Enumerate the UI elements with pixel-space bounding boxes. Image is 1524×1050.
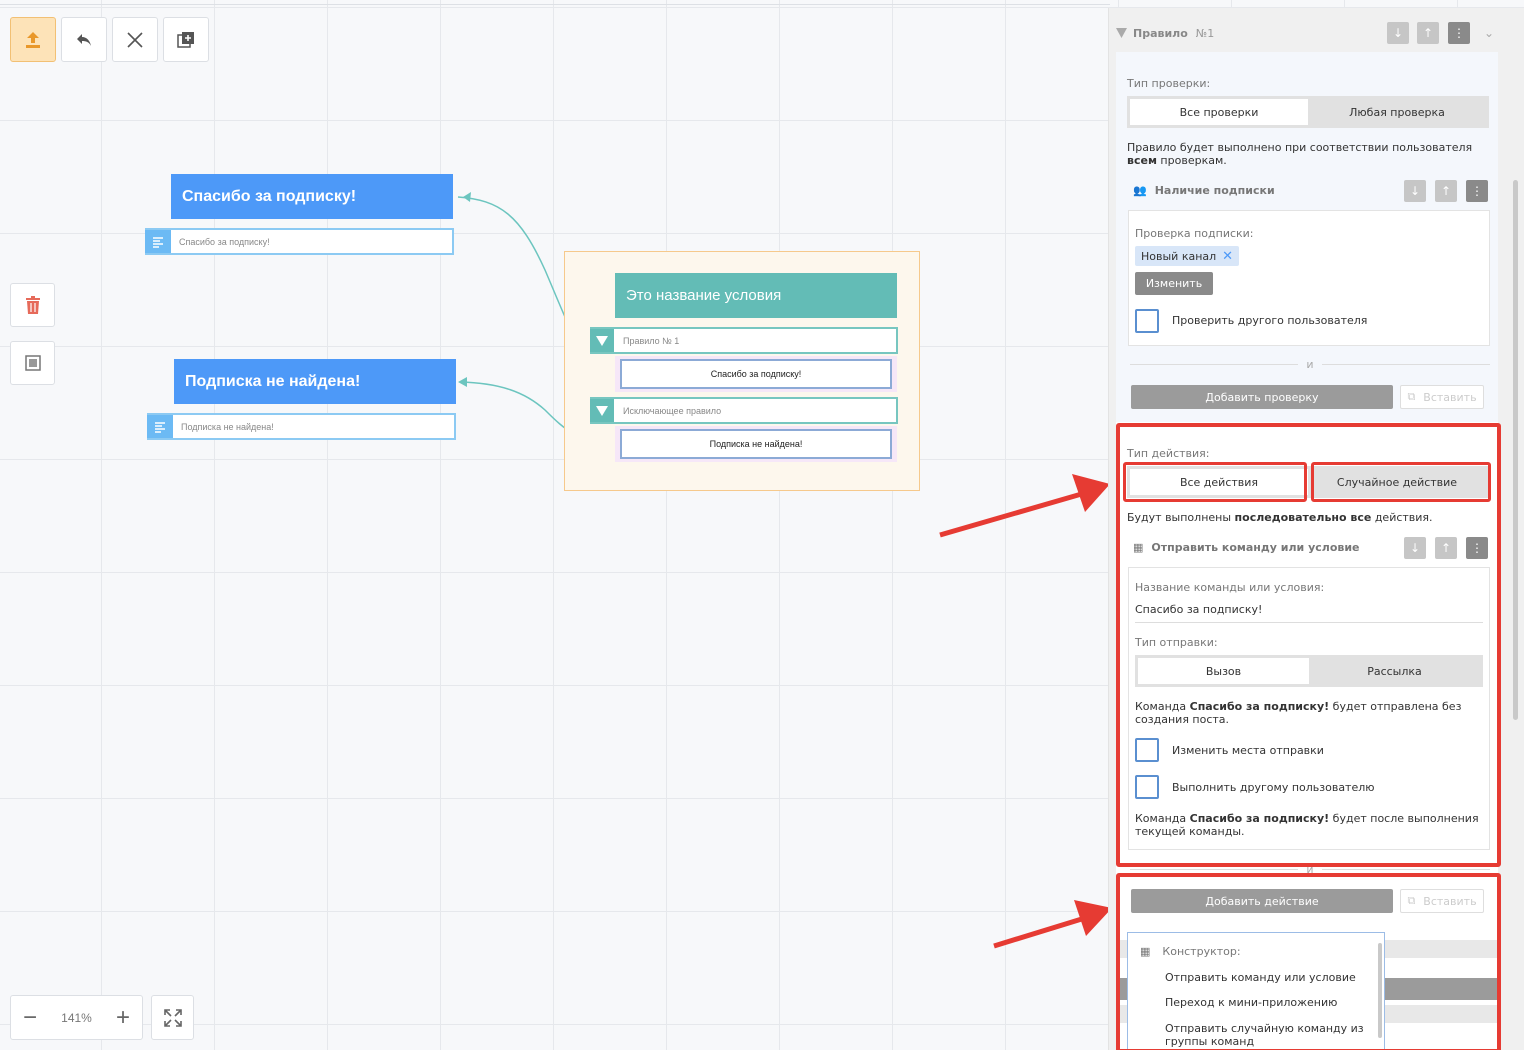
filter-icon xyxy=(1116,28,1127,38)
move-up-button[interactable]: ↑ xyxy=(1417,22,1439,44)
other-user-label: Проверить другого пользователя xyxy=(1172,314,1368,327)
more-vertical-icon: ⋮ xyxy=(1453,26,1465,40)
highlight-all-actions xyxy=(1123,462,1307,502)
subscription-field-label: Проверка подписки: xyxy=(1135,227,1254,240)
arrow-down-icon: ↓ xyxy=(1409,184,1421,198)
remove-chip-icon[interactable]: ✕ xyxy=(1222,249,1233,264)
highlight-add-action xyxy=(1116,873,1501,1050)
more-button[interactable]: ⋮ xyxy=(1448,22,1470,44)
subscription-more[interactable]: ⋮ xyxy=(1466,180,1488,202)
more-vertical-icon: ⋮ xyxy=(1471,184,1483,198)
arrow-up-icon: ↑ xyxy=(1440,184,1452,198)
and-divider: и xyxy=(1130,358,1490,371)
chevron-down-icon[interactable]: ⌄ xyxy=(1484,26,1494,40)
add-check-button[interactable]: Добавить проверку xyxy=(1131,385,1393,409)
subscription-move-up[interactable]: ↑ xyxy=(1435,180,1457,202)
change-button[interactable]: Изменить xyxy=(1135,272,1213,295)
check-type-any[interactable]: Любая проверка xyxy=(1308,99,1486,125)
panel-title: Правило xyxy=(1133,26,1188,40)
paste-check-button[interactable]: ⧉ Вставить xyxy=(1400,385,1484,409)
check-type-all[interactable]: Все проверки xyxy=(1130,99,1308,125)
subscription-section-title: 👥 Наличие подписки xyxy=(1133,184,1275,197)
move-down-button[interactable]: ↓ xyxy=(1387,22,1409,44)
panel-number: №1 xyxy=(1195,26,1215,40)
arrow-down-icon: ↓ xyxy=(1392,26,1404,40)
highlight-random-action xyxy=(1311,462,1491,502)
paste-icon: ⧉ xyxy=(1407,390,1416,403)
subscription-move-down[interactable]: ↓ xyxy=(1404,180,1426,202)
check-description: Правило будет выполнено при соответствии… xyxy=(1127,141,1473,167)
channel-chip[interactable]: Новый канал ✕ xyxy=(1135,246,1240,266)
users-icon: 👥 xyxy=(1133,184,1147,197)
check-type-switch: Все проверки Любая проверка xyxy=(1127,96,1489,128)
check-type-label: Тип проверки: xyxy=(1127,77,1211,90)
other-user-checkbox[interactable] xyxy=(1135,309,1159,333)
panel-scrollbar[interactable] xyxy=(1513,180,1518,720)
arrow-up-icon: ↑ xyxy=(1422,26,1434,40)
